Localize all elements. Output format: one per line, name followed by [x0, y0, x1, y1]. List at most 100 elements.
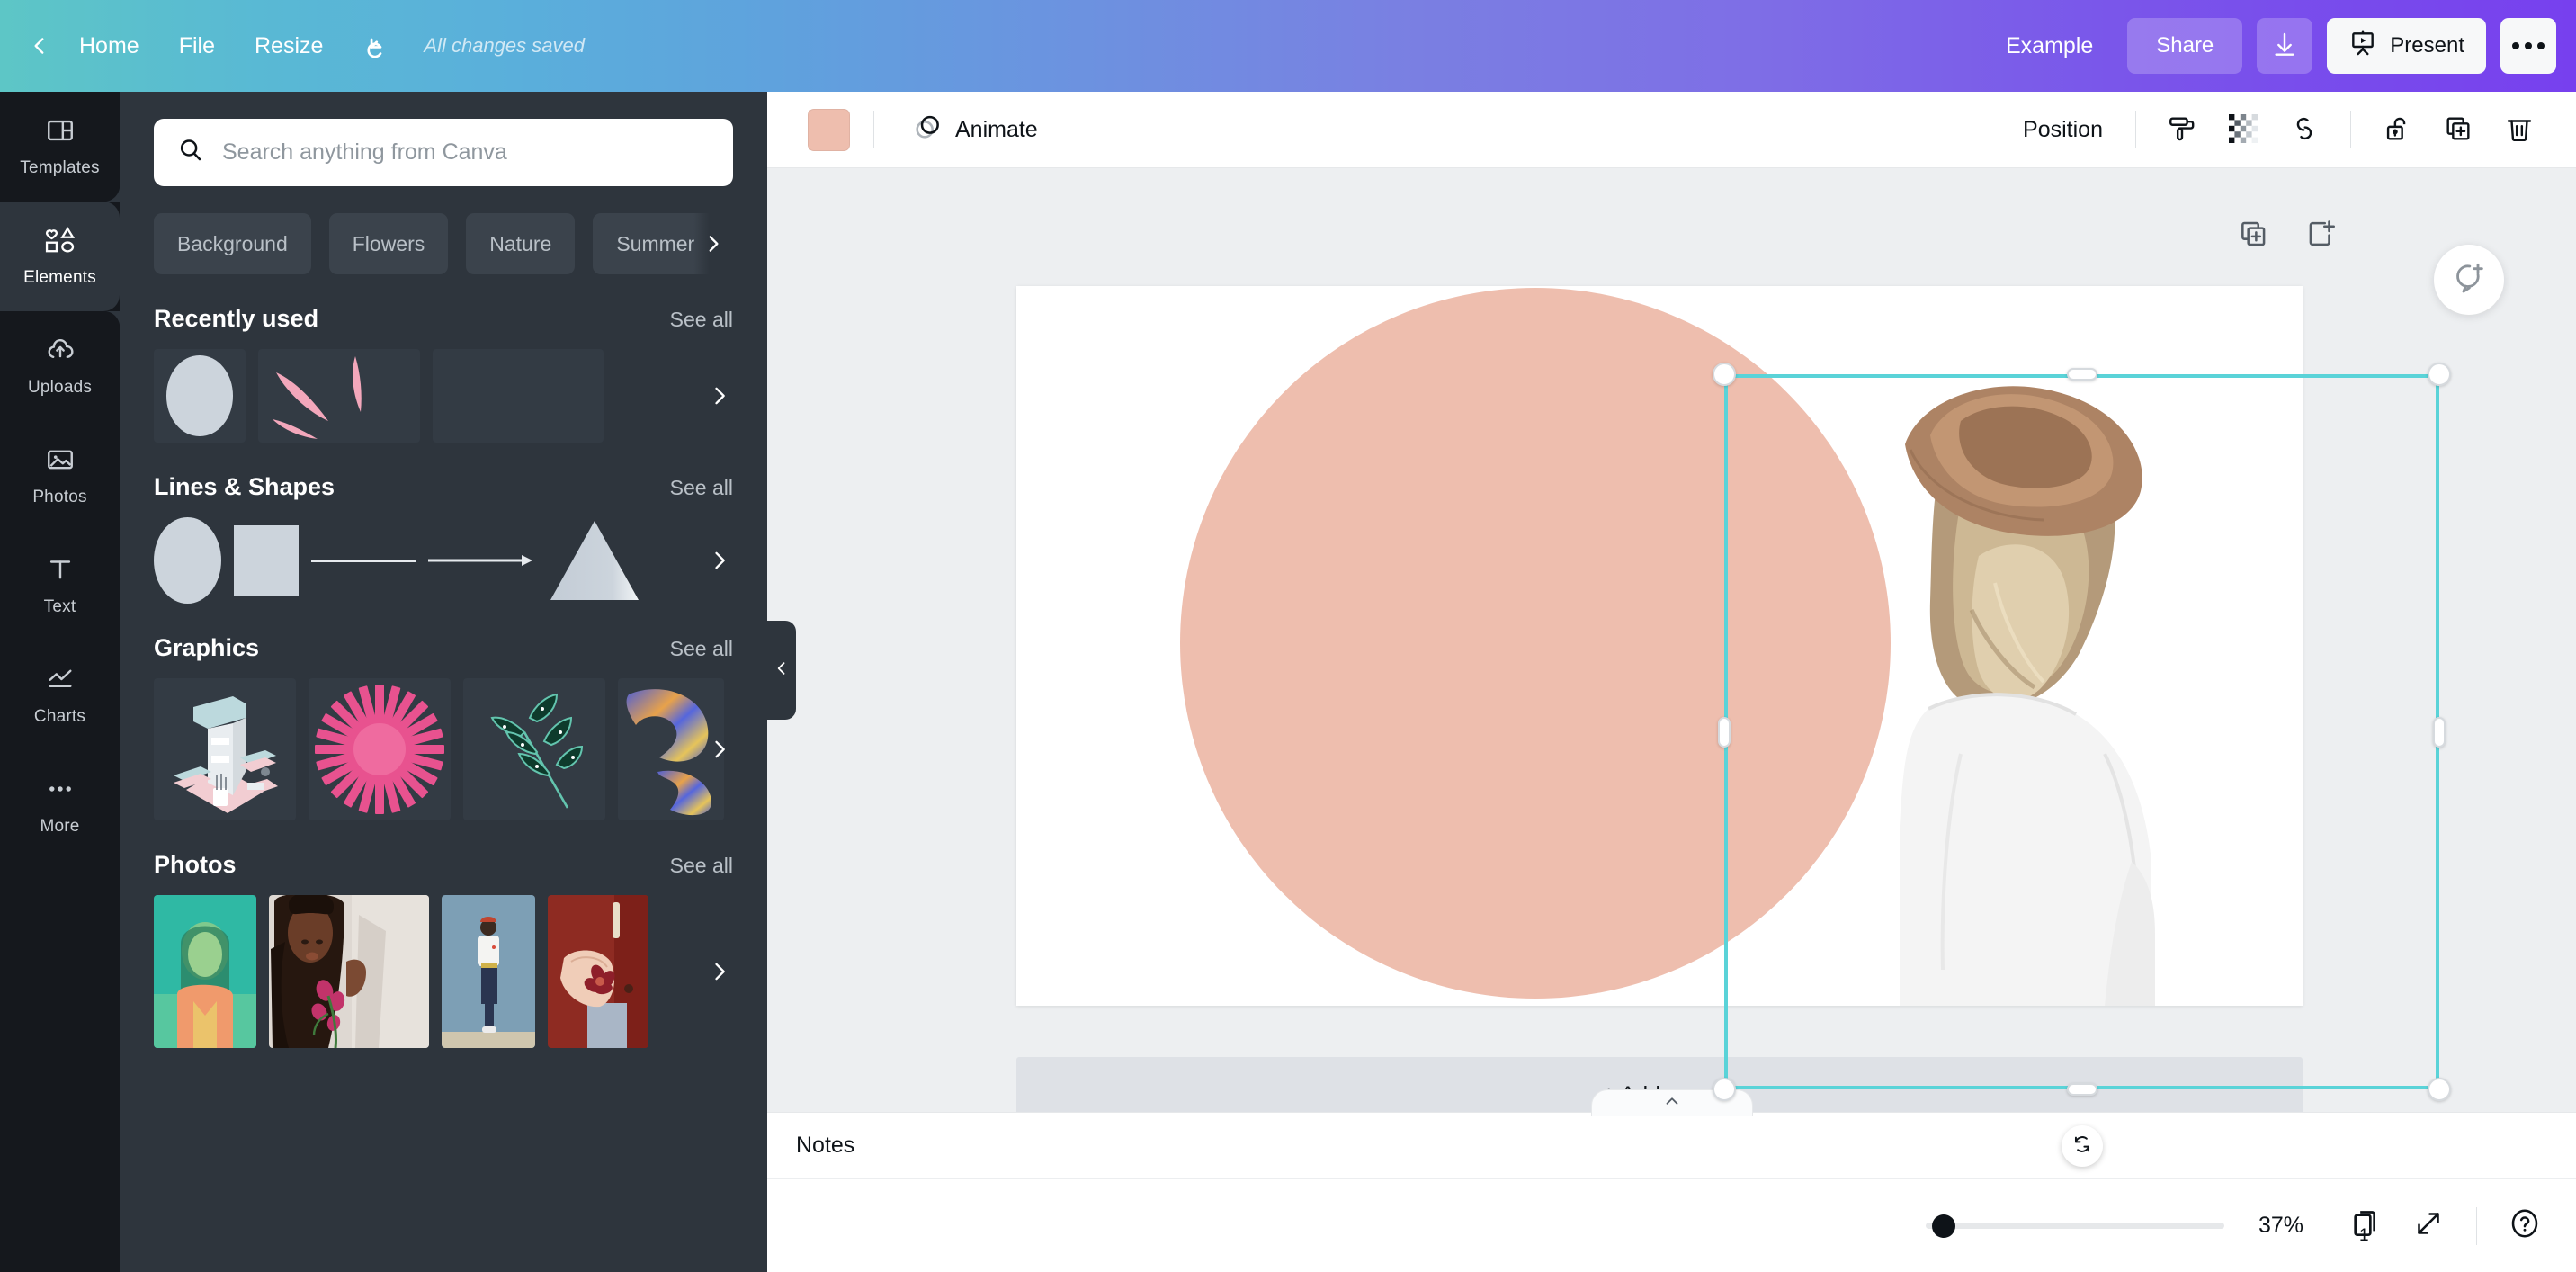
search-input[interactable]: [222, 139, 710, 166]
top-header-bar: Home File Resize All changes saved Examp…: [0, 0, 2576, 92]
chip-flowers[interactable]: Flowers: [328, 213, 449, 274]
element-tile-gray-circle[interactable]: [154, 349, 246, 443]
menu-item-home[interactable]: Home: [59, 19, 159, 73]
templates-icon: [45, 115, 76, 150]
section-header: Recently used See all: [154, 305, 733, 333]
fullscreen-button[interactable]: [2401, 1198, 2456, 1254]
sidebar-item-uploads[interactable]: Uploads: [0, 311, 120, 421]
element-tile-botanical[interactable]: [463, 678, 605, 820]
present-screen-icon: [2348, 29, 2377, 64]
link-button[interactable]: [2276, 102, 2332, 157]
see-all-link[interactable]: See all: [670, 308, 733, 332]
element-tile-line[interactable]: [311, 517, 416, 604]
notes-label[interactable]: Notes: [796, 1133, 854, 1159]
section-recently-used: Recently used See all: [120, 274, 767, 443]
save-status-text: All changes saved: [424, 34, 585, 57]
resize-handle-bottom-right[interactable]: [2428, 1078, 2451, 1101]
duplicate-page-button[interactable]: [2234, 216, 2274, 255]
sidebar-item-more[interactable]: More: [0, 750, 120, 860]
delete-button[interactable]: [2491, 102, 2547, 157]
lock-button[interactable]: [2369, 102, 2425, 157]
sidebar-item-templates[interactable]: Templates: [0, 92, 120, 202]
section-header: Graphics See all: [154, 634, 733, 662]
back-chevron-icon[interactable]: [20, 26, 59, 66]
photo-artwork: [1835, 286, 2213, 1006]
more-options-button[interactable]: [2500, 18, 2556, 74]
toolbar-divider: [2135, 111, 2136, 148]
download-button[interactable]: [2257, 18, 2313, 74]
recently-used-next-chevron-right-icon[interactable]: [699, 349, 740, 443]
triangle-shape: [550, 521, 639, 600]
photos-next-chevron-right-icon[interactable]: [699, 895, 740, 1048]
sidebar-item-text[interactable]: Text: [0, 531, 120, 640]
see-all-link[interactable]: See all: [670, 476, 733, 500]
share-button[interactable]: Share: [2127, 18, 2243, 74]
add-page-button[interactable]: [2301, 216, 2340, 255]
help-button[interactable]: [2497, 1198, 2553, 1254]
sidebar-item-label: Photos: [32, 488, 87, 506]
sidebar-item-elements[interactable]: Elements: [0, 202, 120, 311]
animate-button[interactable]: Animate: [898, 103, 1052, 156]
menu-item-resize[interactable]: Resize: [235, 19, 343, 73]
element-tile-sunburst[interactable]: [309, 678, 451, 820]
canvas-circle-shape[interactable]: [1180, 288, 1891, 999]
shape-color-swatch[interactable]: [808, 108, 850, 151]
present-button[interactable]: Present: [2327, 18, 2486, 74]
see-all-link[interactable]: See all: [670, 637, 733, 661]
paint-roller-icon: [2167, 113, 2197, 147]
canvas-photo-person-with-hat[interactable]: [1835, 286, 2213, 1006]
sidebar-item-photos[interactable]: Photos: [0, 421, 120, 531]
paint-roller-button[interactable]: [2154, 102, 2210, 157]
sidebar-item-charts[interactable]: Charts: [0, 640, 120, 750]
notes-collapse-toggle[interactable]: [1590, 1089, 1753, 1116]
tile-row: [154, 349, 733, 443]
present-button-label: Present: [2390, 33, 2464, 58]
ellipsis-icon: [2512, 42, 2545, 49]
add-comment-button[interactable]: [2434, 245, 2504, 315]
element-tile-arrow[interactable]: [428, 517, 532, 604]
line-shape: [311, 559, 416, 562]
resize-handle-middle-right[interactable]: [2433, 716, 2446, 748]
chips-next-chevron-right-icon[interactable]: [693, 213, 733, 274]
photo-tile-hands-red-flower[interactable]: [548, 895, 648, 1048]
elements-panel: Background Flowers Nature Summer Recentl…: [120, 92, 767, 1272]
element-tile-pink-petals[interactable]: [258, 349, 420, 443]
lines-shapes-next-chevron-right-icon[interactable]: [699, 517, 740, 604]
canvas-page[interactable]: [1016, 286, 2303, 1006]
sidebar-item-label: More: [40, 817, 80, 836]
text-icon: [45, 554, 76, 589]
position-button[interactable]: Position: [2008, 103, 2117, 156]
section-title: Recently used: [154, 305, 319, 332]
filter-chips: Background Flowers Nature Summer: [120, 186, 767, 274]
see-all-link[interactable]: See all: [670, 854, 733, 878]
photo-tile-woman-with-flowers[interactable]: [269, 895, 429, 1048]
sidebar-item-label: Uploads: [27, 378, 93, 397]
collapse-panel-button[interactable]: [767, 621, 796, 720]
photo-tile-person-blue-wall[interactable]: [442, 895, 535, 1048]
graphics-next-chevron-right-icon[interactable]: [699, 678, 740, 820]
page-manager-button[interactable]: 1: [2338, 1198, 2393, 1254]
document-title[interactable]: Example: [1986, 33, 2113, 59]
element-tile-triangle[interactable]: [545, 517, 644, 604]
element-tile-empty[interactable]: [433, 349, 604, 443]
photo-hands-red-flower: [548, 895, 648, 1048]
chip-background[interactable]: Background: [154, 213, 311, 274]
zoom-slider-thumb[interactable]: [1931, 1214, 1955, 1238]
menu-item-file[interactable]: File: [159, 19, 235, 73]
element-tile-circle[interactable]: [154, 517, 221, 604]
sidebar-item-label: Elements: [23, 268, 96, 287]
transparency-button[interactable]: [2215, 102, 2271, 157]
duplicate-button[interactable]: [2430, 102, 2486, 157]
photo-tile-teal-portrait[interactable]: [154, 895, 256, 1048]
search-box[interactable]: [154, 119, 733, 186]
undo-icon[interactable]: [357, 22, 404, 69]
editor-area: Animate Position Notes 37% 1: [767, 92, 2576, 1272]
section-graphics: Graphics See all: [120, 604, 767, 820]
section-lines-and-shapes: Lines & Shapes See all: [120, 443, 767, 604]
zoom-slider[interactable]: [1926, 1213, 2224, 1240]
section-header: Photos See all: [154, 851, 733, 879]
element-tile-square[interactable]: [234, 517, 299, 604]
chip-nature[interactable]: Nature: [466, 213, 576, 274]
element-tile-isometric-one[interactable]: [154, 678, 296, 820]
resize-handle-top-right[interactable]: [2428, 363, 2451, 386]
